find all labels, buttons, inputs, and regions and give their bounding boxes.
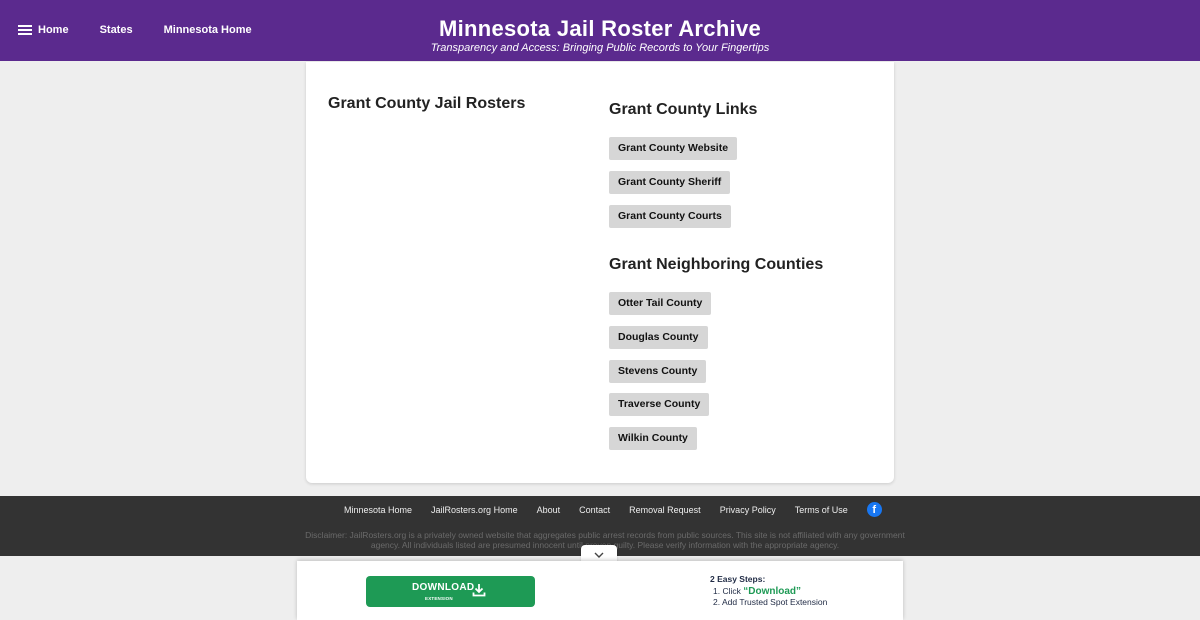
site-header: Home States Minnesota Home Minnesota Jai… <box>0 0 1200 61</box>
download-label: DOWNLOAD <box>412 582 475 593</box>
site-title: Minnesota Jail Roster Archive <box>438 16 762 41</box>
step-2: 2. Add Trusted Spot Extension <box>713 597 828 607</box>
footer-link-terms-of-use[interactable]: Terms of Use <box>795 505 848 515</box>
neighbor-wilkin-button[interactable]: Wilkin County <box>609 427 697 450</box>
footer-link-removal-request[interactable]: Removal Request <box>629 505 701 515</box>
footer-link-about[interactable]: About <box>537 505 561 515</box>
step-1: 1. Click “Download” <box>713 586 802 597</box>
county-links-heading: Grant County Links <box>609 101 758 118</box>
neighbor-traverse-button[interactable]: Traverse County <box>609 393 710 416</box>
download-extension-button[interactable]: DOWNLOAD EXTENSION <box>366 576 535 607</box>
county-sheriff-button[interactable]: Grant County Sheriff <box>609 171 731 194</box>
step-1-download-quote: “Download” <box>743 586 802 597</box>
neighbor-otter-tail-button[interactable]: Otter Tail County <box>609 292 712 315</box>
steps-title: 2 Easy Steps: <box>710 574 766 584</box>
footer-links: Minnesota Home JailRosters.org Home Abou… <box>344 502 882 517</box>
footer-link-minnesota-home[interactable]: Minnesota Home <box>344 505 412 515</box>
neighbor-stevens-button[interactable]: Stevens County <box>609 360 707 383</box>
facebook-icon[interactable]: f <box>866 502 882 517</box>
neighbor-douglas-button[interactable]: Douglas County <box>609 326 708 349</box>
footer-link-privacy-policy[interactable]: Privacy Policy <box>720 505 776 515</box>
extension-banner: DOWNLOAD EXTENSION 2 Easy Steps: 1. Clic… <box>297 561 903 620</box>
site-tagline: Transparency and Access: Bringing Public… <box>430 42 770 54</box>
footer-link-contact[interactable]: Contact <box>579 505 610 515</box>
county-courts-button[interactable]: Grant County Courts <box>609 205 731 228</box>
neighboring-counties-heading: Grant Neighboring Counties <box>609 256 824 273</box>
download-icon <box>472 584 486 597</box>
download-sublabel: EXTENSION <box>425 596 453 601</box>
footer-link-jailrosters-home[interactable]: JailRosters.org Home <box>431 505 518 515</box>
install-steps: 2 Easy Steps: 1. Click “Download” 2. Add… <box>710 574 827 608</box>
county-website-button[interactable]: Grant County Website <box>609 137 738 160</box>
content-card: Grant County Jail Rosters Grant County L… <box>306 62 894 483</box>
jail-rosters-heading: Grant County Jail Rosters <box>328 95 526 112</box>
chevron-down-icon <box>594 552 604 558</box>
